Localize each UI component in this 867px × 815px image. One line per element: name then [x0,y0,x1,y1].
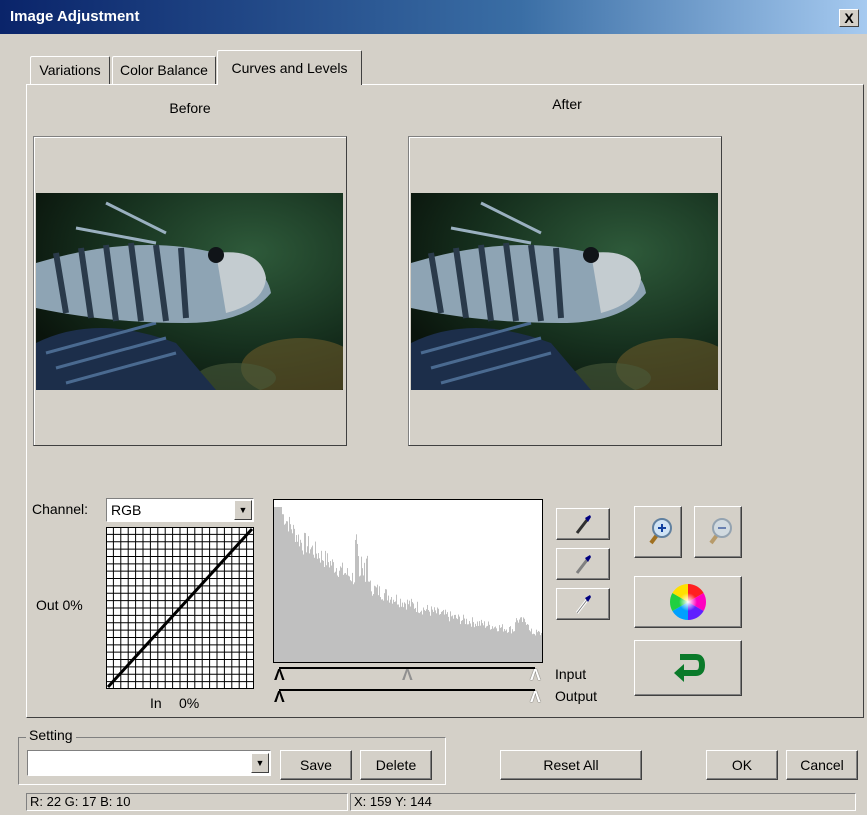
before-image [36,193,343,390]
after-label: After [552,96,582,112]
setting-combo[interactable]: ▼ [27,750,271,776]
curve-graph[interactable] [106,527,254,689]
setting-legend: Setting [26,727,76,743]
window-title: Image Adjustment [10,8,140,25]
eyedropper-white-button[interactable] [556,588,610,620]
status-bar: R: 22 G: 17 B: 10 X: 159 Y: 144 [26,793,856,811]
color-wheel-button[interactable] [634,576,742,628]
ok-button[interactable]: OK [706,750,778,780]
delete-button[interactable]: Delete [360,750,432,780]
color-wheel-icon [669,584,707,620]
output-label: Output [555,688,598,704]
histogram [273,499,543,663]
before-preview-frame [33,136,347,446]
status-xy: X: 159 Y: 144 [350,793,856,811]
input-label: Input [555,666,587,682]
after-image [411,193,718,390]
output-black-slider[interactable]: Λ [274,690,285,706]
eyedropper-gray-button[interactable] [556,548,610,580]
eyedropper-black-button[interactable] [556,508,610,540]
input-black-slider[interactable]: Λ [274,668,285,684]
curve-in-value: 0% [179,695,200,711]
output-white-slider[interactable]: Λ [530,690,541,706]
eyedropper-black-icon [575,515,591,534]
input-white-slider[interactable]: Λ [530,668,541,684]
curve-in-label: In [150,695,162,711]
status-rgb: R: 22 G: 17 B: 10 [26,793,348,811]
before-label: Before [169,100,211,116]
close-button[interactable]: X [839,9,859,27]
close-icon: X [844,10,854,26]
eyedropper-white-icon [575,595,591,614]
curve-out-label: Out 0% [36,597,83,613]
output-level-track [279,689,535,691]
input-gray-slider[interactable]: Λ [402,668,413,684]
tab-curves-and-levels[interactable]: Curves and Levels [217,50,362,85]
zoom-in-icon [649,518,672,545]
channel-label: Channel: [32,501,89,517]
eyedropper-gray-icon [575,555,591,574]
save-button[interactable]: Save [280,750,352,780]
undo-button[interactable] [634,640,742,696]
channel-selected-value: RGB [111,502,142,518]
zoom-in-button[interactable] [634,506,682,558]
after-preview-frame [408,136,722,446]
cancel-button[interactable]: Cancel [786,750,858,780]
channel-select[interactable]: RGB ▼ [106,498,254,522]
reset-all-button[interactable]: Reset All [500,750,642,780]
chevron-down-icon[interactable]: ▼ [251,753,269,773]
chevron-down-icon[interactable]: ▼ [234,500,252,520]
zoom-out-button[interactable] [694,506,742,558]
zoom-out-icon [709,518,732,545]
tab-color-balance[interactable]: Color Balance [112,56,216,84]
undo-arrow-icon [674,654,706,682]
tab-variations[interactable]: Variations [30,56,110,84]
